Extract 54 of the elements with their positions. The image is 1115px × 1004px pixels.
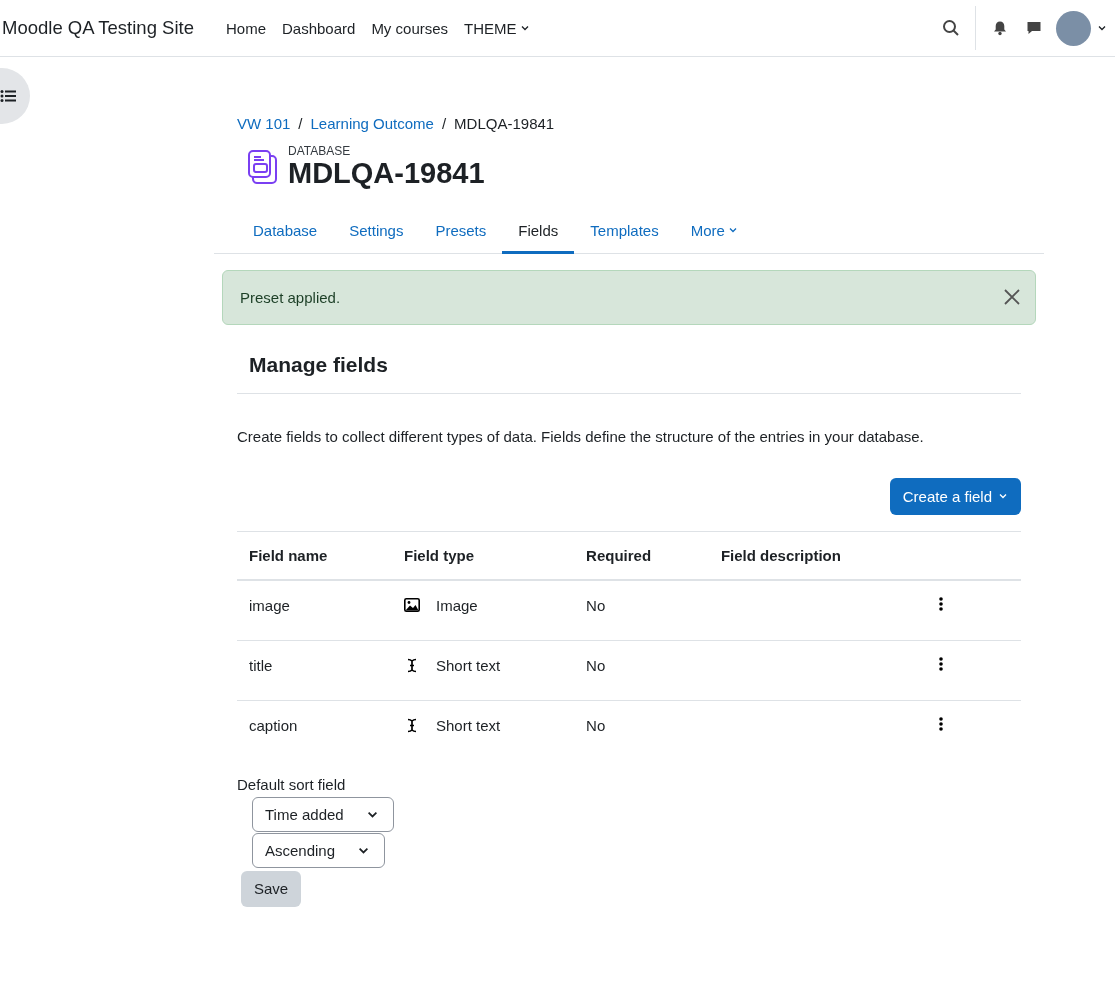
breadcrumb-separator: /	[441, 115, 447, 132]
tab[interactable]: Database	[237, 209, 334, 254]
site-name[interactable]: Moodle QA Testing Site	[2, 17, 194, 39]
page-title: MDLQA-19841	[288, 158, 485, 190]
kebab-icon	[939, 656, 943, 671]
tab[interactable]: Templates	[574, 209, 675, 254]
table-cell: No	[574, 579, 709, 641]
table-cell: image	[237, 579, 392, 641]
list-icon	[0, 89, 16, 103]
kebab-icon	[939, 596, 943, 611]
tab[interactable]: Settings	[333, 209, 420, 254]
table-cell: title	[237, 640, 392, 701]
database-icon	[248, 149, 278, 184]
sort-field-select[interactable]: Time added	[252, 796, 394, 832]
description-text: Create fields to collect different types of data. Fields define the structure of the entries in your database.	[237, 427, 925, 445]
text-cursor-icon	[407, 717, 417, 733]
field-type-text: Short text	[436, 716, 501, 734]
save-button[interactable]: Save	[241, 870, 302, 907]
table-cell: No	[574, 640, 709, 701]
chevron-down-icon	[1097, 23, 1107, 33]
table-cell: caption	[237, 700, 392, 760]
chevron-down-icon	[519, 23, 530, 33]
text-cursor-icon	[407, 657, 417, 673]
sort-field-label: Default sort field	[237, 775, 347, 793]
nav-link[interactable]: THEME	[464, 19, 530, 37]
breadcrumb-current: MDLQA-19841	[454, 115, 555, 132]
breadcrumb-link[interactable]: Learning Outcome	[310, 115, 434, 132]
table-cell: No	[574, 700, 709, 760]
actions-menu-button[interactable]	[939, 716, 943, 731]
sort-order-select[interactable]: Ascending	[252, 832, 386, 868]
create-field-button[interactable]: Create a field	[889, 477, 1021, 515]
nav-link[interactable]: Home	[225, 19, 266, 37]
section-heading: Manage fields	[237, 352, 1021, 394]
column-header: Field description	[708, 531, 927, 580]
alert-message: Preset applied.	[240, 288, 341, 306]
tab[interactable]: Fields	[502, 209, 575, 254]
column-header: Field name	[237, 531, 392, 580]
actions-menu-button[interactable]	[939, 656, 943, 671]
breadcrumb-link[interactable]: VW 101	[237, 115, 291, 132]
image-icon	[404, 598, 420, 613]
column-header: Required	[574, 531, 709, 580]
column-header: Field type	[392, 531, 575, 580]
nav-link[interactable]: Dashboard	[282, 19, 356, 37]
field-type-text: Image	[436, 596, 478, 614]
module-type-label: DATABASE	[288, 144, 352, 158]
tab[interactable]: More	[674, 209, 754, 254]
actions-menu-button[interactable]	[939, 596, 943, 611]
field-type-text: Short text	[436, 656, 501, 674]
nav-link[interactable]: My courses	[371, 19, 449, 37]
kebab-icon	[939, 716, 943, 731]
breadcrumb-separator: /	[298, 115, 303, 132]
close-button[interactable]	[1003, 288, 1021, 307]
user-avatar[interactable]	[1056, 10, 1091, 46]
tab[interactable]: Presets	[419, 209, 503, 254]
